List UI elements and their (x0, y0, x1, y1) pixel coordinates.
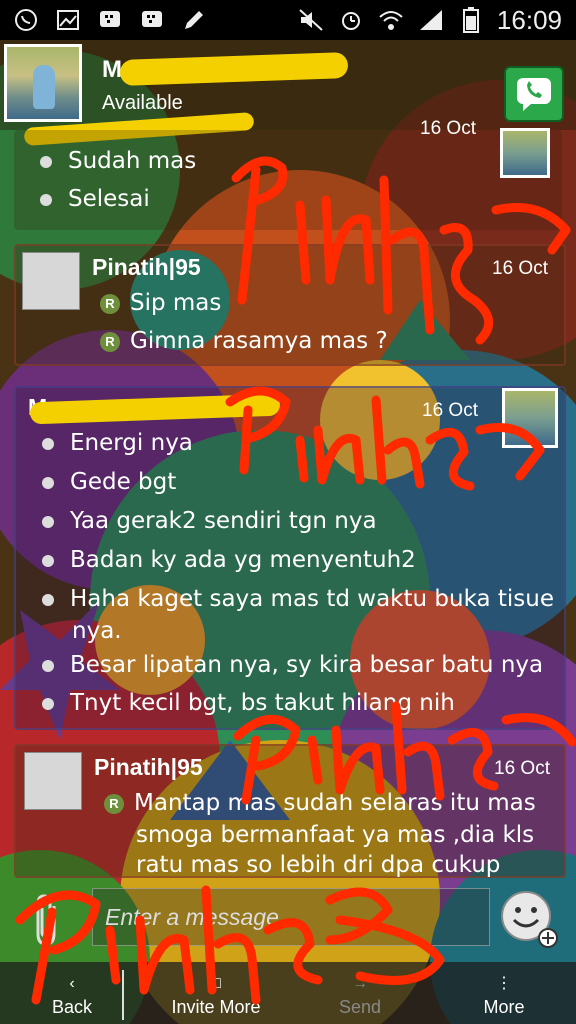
message-text[interactable]: Haha kaget saya mas td waktu buka tisue (42, 586, 554, 612)
wifi-icon (377, 6, 405, 34)
bbm-icon (138, 6, 166, 34)
invite-icon: □ (211, 975, 221, 992)
redaction-mark (29, 393, 281, 425)
message-compose[interactable] (92, 888, 490, 946)
message-text[interactable]: Besar lipatan nya, sy kira besar batu ny… (42, 652, 543, 678)
chevron-left-icon: ‹ (69, 975, 75, 992)
message-time: 16 Oct (422, 400, 478, 421)
message-text-continued[interactable]: smoga bermanfaat ya mas ,dia kls (136, 822, 534, 848)
back-label: Back (51, 997, 93, 1017)
message-time: 16 Oct (420, 118, 476, 139)
status-bar: 16:09 (0, 0, 576, 40)
pencil-icon (180, 6, 208, 34)
message-text-continued[interactable]: ratu mas so lebih dri dpa cukup (136, 852, 500, 878)
more-label: More (483, 997, 525, 1017)
send-icon: → (352, 975, 368, 992)
invite-more-label: Invite More (171, 997, 261, 1017)
read-badge: R (104, 793, 124, 814)
message-time: 16 Oct (492, 258, 548, 279)
battery-icon (457, 6, 485, 34)
status-time: 16:09 (496, 4, 562, 35)
message-text[interactable]: Sudah mas (40, 148, 196, 174)
smiley-plus-icon (501, 891, 558, 948)
alarm-icon (337, 6, 365, 34)
contact-name: M (102, 56, 122, 83)
more-button[interactable]: ⋮ More (432, 962, 576, 1024)
sender-avatar (500, 128, 550, 178)
sender-avatar[interactable] (24, 752, 82, 810)
redaction-mark (119, 52, 349, 86)
whatsapp-icon (12, 6, 40, 34)
message-group: M 16 Oct Energi nya Gede bgt Yaa gerak2 … (14, 386, 566, 730)
signal-icon (417, 6, 445, 34)
message-text[interactable]: Yaa gerak2 sendiri tgn nya (42, 508, 377, 534)
read-badge: R (100, 293, 120, 314)
send-label: Send (338, 997, 382, 1017)
paperclip-icon (36, 894, 56, 946)
call-button[interactable] (504, 66, 564, 122)
bbm-icon (96, 6, 124, 34)
send-button[interactable]: → Send (288, 962, 432, 1024)
message-text[interactable]: R Gimna rasamya mas ? (100, 328, 388, 354)
divider (122, 970, 124, 1020)
message-group: 16 Oct Sudah mas Selesai (14, 118, 562, 230)
phone-icon (517, 78, 551, 111)
contact-status: Available (102, 92, 183, 114)
message-text[interactable]: R Sip mas (100, 290, 221, 316)
gallery-icon (54, 6, 82, 34)
message-text-continued[interactable]: nya. (72, 618, 122, 644)
message-text[interactable]: Tnyt kecil bgt, bs takut hilang nih (42, 690, 455, 716)
contact-avatar[interactable] (4, 44, 82, 122)
message-text[interactable]: Badan ky ada yg menyentuh2 (42, 547, 416, 573)
message-text[interactable]: Energi nya (42, 430, 193, 456)
attach-button[interactable] (26, 892, 66, 948)
sender-avatar[interactable] (22, 252, 80, 310)
emoticon-button[interactable] (500, 890, 558, 948)
chat-header[interactable]: M Available (0, 40, 576, 147)
message-group: Pinatih|95 16 Oct R Mantap mas sudah sela… (14, 744, 566, 878)
mute-icon (297, 6, 325, 34)
message-input[interactable] (103, 902, 489, 932)
message-group: Pinatih|95 16 Oct R Sip mas R Gimna rasamy… (14, 244, 566, 366)
invite-more-button[interactable]: □ Invite More (144, 962, 288, 1024)
read-badge: R (100, 331, 120, 352)
sender-name: Pinatih|95 (94, 754, 203, 780)
message-text[interactable]: Gede bgt (42, 469, 176, 495)
message-text[interactable]: Selesai (40, 186, 150, 212)
sender-avatar (502, 388, 558, 448)
message-time: 16 Oct (494, 758, 550, 779)
overflow-menu-icon: ⋮ (496, 975, 512, 992)
message-text[interactable]: R Mantap mas sudah selaras itu mas (104, 790, 536, 816)
bottom-action-bar: ‹ Back □ Invite More → Send ⋮ More (0, 962, 576, 1024)
sender-name: Pinatih|95 (92, 254, 201, 280)
